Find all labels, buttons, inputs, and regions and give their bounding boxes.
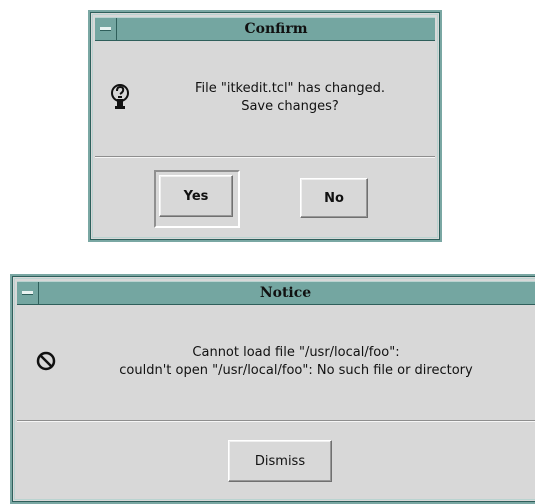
confirm-message-line2: Save changes? xyxy=(241,99,339,114)
notice-dialog: Notice Cannot load file "/usr/local/foo"… xyxy=(10,274,535,504)
separator xyxy=(17,420,535,422)
dialog-title: Notice xyxy=(259,285,312,301)
question-icon xyxy=(111,84,129,109)
no-button[interactable]: No xyxy=(300,178,368,218)
notice-message-line1: Cannot load file "/usr/local/foo": xyxy=(192,345,400,360)
error-icon xyxy=(36,351,56,371)
notice-titlebar[interactable]: Notice xyxy=(17,281,535,305)
confirm-dialog: Confirm File "itkedit.tcl" has changed. … xyxy=(88,10,442,242)
confirm-message-line1: File "itkedit.tcl" has changed. xyxy=(194,81,386,96)
window-menu-icon xyxy=(100,27,111,31)
confirm-titlebar[interactable]: Confirm xyxy=(95,17,435,41)
window-menu-button[interactable] xyxy=(17,282,39,304)
yes-button[interactable]: Yes xyxy=(159,175,233,217)
dialog-title: Confirm xyxy=(244,21,308,37)
notice-message: Cannot load file "/usr/local/foo": could… xyxy=(76,344,516,380)
window-menu-icon xyxy=(22,291,33,295)
separator xyxy=(95,156,435,158)
window-menu-button[interactable] xyxy=(95,18,117,40)
confirm-message: File "itkedit.tcl" has changed. Save cha… xyxy=(145,80,435,116)
notice-message-line2: couldn't open "/usr/local/foo": No such … xyxy=(119,363,473,378)
dismiss-button[interactable]: Dismiss xyxy=(228,440,332,482)
